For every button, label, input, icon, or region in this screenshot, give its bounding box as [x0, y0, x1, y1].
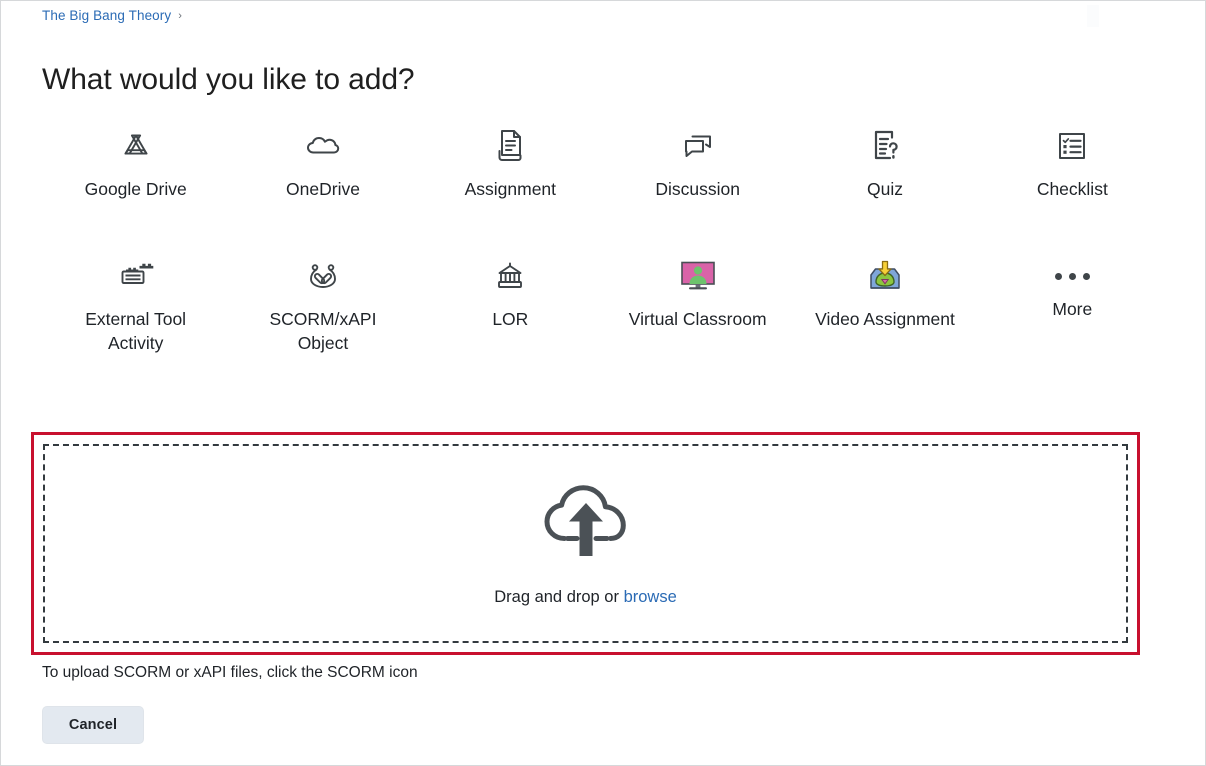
page-title: What would you like to add?	[42, 63, 415, 97]
tool-option-label: Assignment	[464, 179, 557, 199]
tool-option-discussion[interactable]: Discussion	[604, 123, 791, 201]
tool-option-checklist[interactable]: Checklist	[979, 123, 1166, 201]
browse-link[interactable]: browse	[624, 588, 677, 606]
tool-options-grid: Google Drive OneDrive Assignment Discuss…	[42, 123, 1166, 355]
google-drive-icon	[119, 125, 153, 167]
tool-option-label: More	[1052, 299, 1093, 319]
virtual-classroom-monitor-icon	[678, 255, 718, 297]
cloud-upload-icon	[539, 480, 633, 571]
add-activity-page: The Big Bang Theory › What would you lik…	[0, 0, 1206, 766]
quiz-question-document-icon	[869, 125, 901, 167]
tool-option-virtual-classroom[interactable]: Virtual Classroom	[604, 253, 791, 355]
dropzone-prompt-text: Drag and drop or	[494, 588, 624, 606]
tool-option-quiz[interactable]: Quiz	[791, 123, 978, 201]
external-tool-lego-brick-icon	[117, 255, 155, 297]
breadcrumb: The Big Bang Theory ›	[42, 8, 182, 24]
tool-option-label: External Tool Activity	[85, 309, 187, 353]
top-right-artifact	[1087, 5, 1099, 27]
checklist-icon	[1056, 125, 1088, 167]
tool-option-google-drive[interactable]: Google Drive	[42, 123, 229, 201]
tool-option-label: SCORM/xAPI Object	[269, 309, 377, 353]
tool-option-label: Virtual Classroom	[628, 309, 767, 329]
scorm-xapi-icon	[306, 255, 340, 297]
breadcrumb-link-course[interactable]: The Big Bang Theory	[42, 8, 171, 24]
scorm-upload-hint: To upload SCORM or xAPI files, click the…	[42, 664, 418, 681]
lor-bank-building-icon	[494, 255, 526, 297]
tool-option-onedrive[interactable]: OneDrive	[229, 123, 416, 201]
tool-option-label: Quiz	[867, 179, 903, 199]
tool-option-more[interactable]: More	[979, 253, 1166, 355]
assignment-document-icon	[494, 125, 526, 167]
tool-option-lor[interactable]: LOR	[417, 253, 604, 355]
dropzone-prompt: Drag and drop or browse	[494, 587, 677, 607]
tool-option-external-tool-activity[interactable]: External Tool Activity	[42, 253, 229, 355]
video-assignment-inbox-icon	[865, 255, 905, 297]
file-dropzone[interactable]: Drag and drop or browse	[43, 444, 1128, 643]
tool-option-label: LOR	[492, 309, 529, 329]
file-dropzone-highlight: Drag and drop or browse	[31, 432, 1140, 655]
discussion-speech-bubbles-icon	[680, 125, 716, 167]
tool-option-label: Video Assignment	[815, 309, 955, 329]
more-ellipsis-icon	[1054, 255, 1090, 297]
tool-option-label: Discussion	[655, 179, 740, 199]
tool-option-label: Google Drive	[84, 179, 187, 199]
tool-option-video-assignment[interactable]: Video Assignment	[791, 253, 978, 355]
tool-option-label: Checklist	[1036, 179, 1108, 199]
tool-option-assignment[interactable]: Assignment	[417, 123, 604, 201]
tool-option-scorm-xapi-object[interactable]: SCORM/xAPI Object	[229, 253, 416, 355]
breadcrumb-chevron-right-icon: ›	[178, 9, 182, 22]
onedrive-cloud-icon	[305, 125, 341, 167]
tool-option-label: OneDrive	[286, 179, 360, 199]
cancel-button[interactable]: Cancel	[42, 706, 144, 744]
